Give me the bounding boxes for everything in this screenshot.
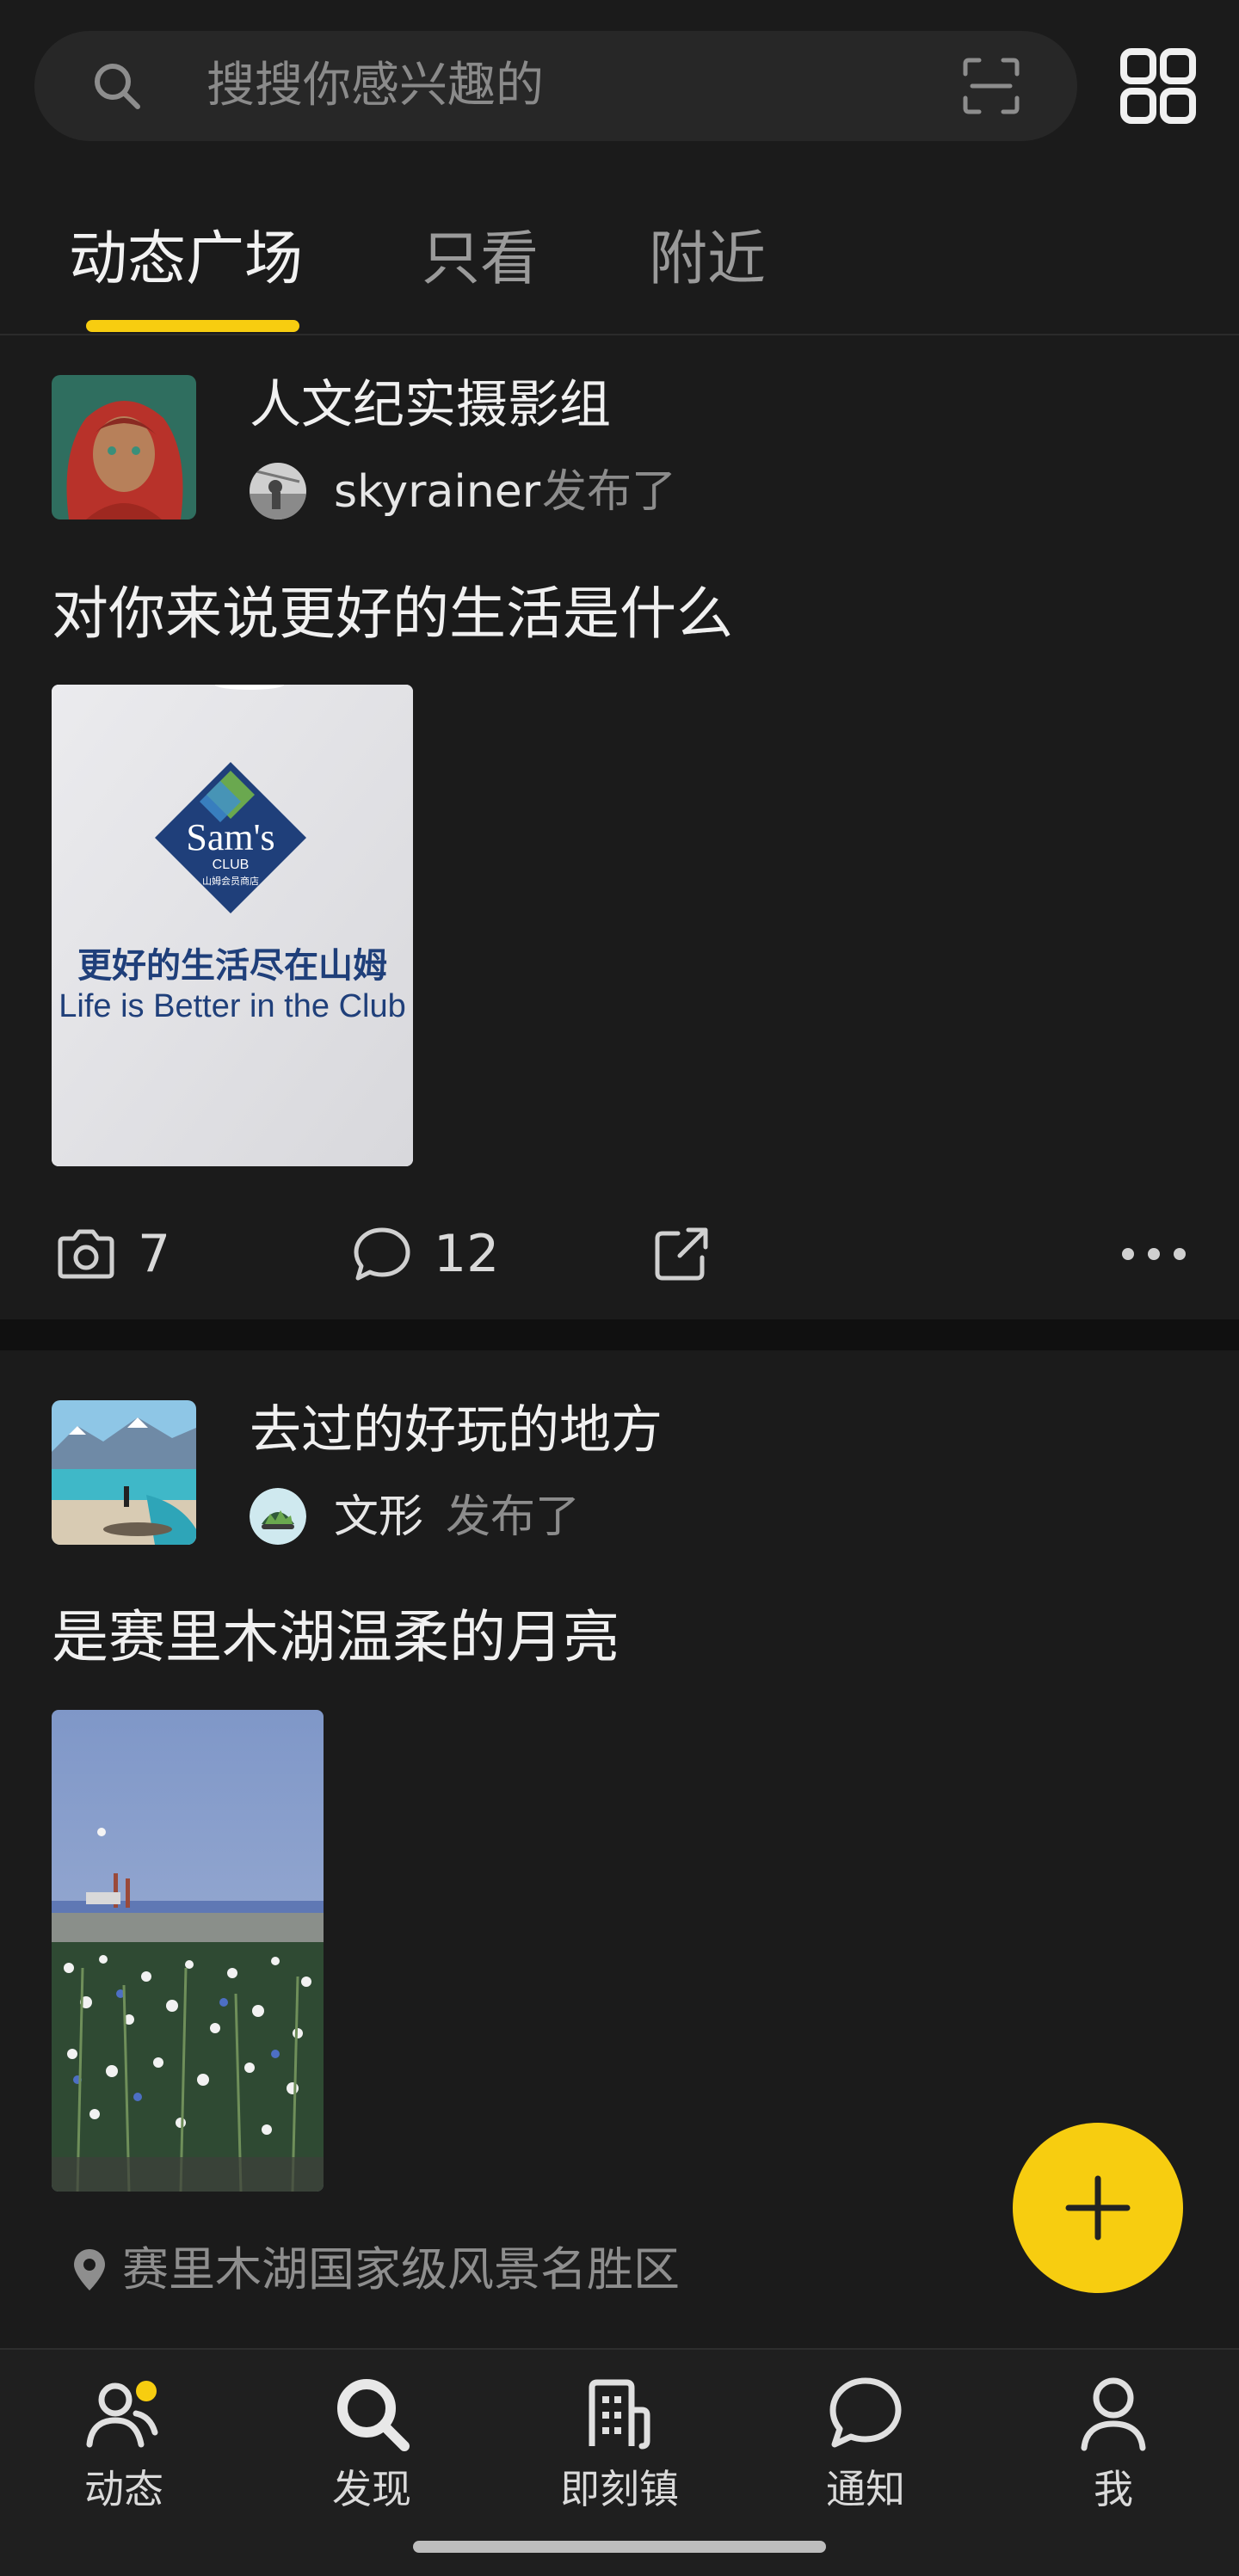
author-name[interactable]: skyrainer [334,464,540,520]
comments-count: 12 [434,1224,500,1284]
nav-me[interactable]: 我 [1027,2370,1199,2525]
search-icon [337,2379,410,2451]
author-name[interactable]: 文形 [334,1490,423,1545]
share-icon [655,1227,708,1281]
tab-following[interactable]: 只看 [422,224,539,296]
tab-nearby[interactable]: 附近 [649,224,766,296]
post-photo[interactable] [52,1710,324,2192]
search-row: 搜搜你感兴趣的 [0,0,1239,172]
active-tab-indicator [86,320,299,332]
search-input[interactable]: 搜搜你感兴趣的 [34,31,1077,141]
nav-town[interactable]: 即刻镇 [533,2370,706,2525]
feed-page: 搜搜你感兴趣的 动态广场 只看 附近 人文纪实摄影组 skyrainer 发布了… [0,0,1239,2576]
chat-icon [829,2377,902,2448]
feed-tabs: 动态广场 只看 附近 [0,198,1239,335]
post-text: 对你来说更好的生活是什么 [52,581,733,647]
nav-notifications[interactable]: 通知 [780,2370,952,2525]
notification-badge [136,2381,157,2401]
apps-grid-icon[interactable] [1117,45,1199,127]
nav-discover[interactable]: 发现 [286,2370,458,2525]
nav-label: 发现 [332,2466,411,2512]
post-text: 是赛里木湖温柔的月亮 [52,1604,620,1670]
sign-slogan-zh: 更好的生活尽在山姆 [77,946,387,986]
compose-button[interactable] [1013,2123,1183,2293]
nav-label: 即刻镇 [560,2466,679,2512]
person-icon [1081,2377,1146,2451]
camera-icon [58,1229,114,1279]
plus-icon [1065,2175,1131,2241]
nav-label: 我 [1094,2466,1133,2512]
sign-logo-zh: 山姆会员商店 [202,875,259,887]
post-action-label: 发布了 [446,1491,581,1543]
post-separator [0,1319,1239,1350]
photos-count-button[interactable]: 7 [55,1220,170,1288]
search-icon [95,64,140,109]
group-avatar[interactable] [52,375,196,520]
author-avatar[interactable] [250,463,306,520]
group-avatar[interactable] [52,1400,196,1545]
search-placeholder: 搜搜你感兴趣的 [206,58,544,114]
comment-icon [354,1227,410,1281]
post-group-name[interactable]: 去过的好玩的地方 [250,1399,663,1462]
share-button[interactable] [650,1220,712,1288]
sign-logo-sub: CLUB [213,858,250,872]
comment-button[interactable]: 12 [351,1220,499,1288]
nav-label: 动态 [84,2466,163,2512]
location-text: 赛里木湖国家级风景名胜区 [122,2242,680,2296]
nav-feed[interactable]: 动态 [38,2370,210,2525]
users-icon [86,2382,158,2448]
post-photo[interactable]: Sam's CLUB 山姆会员商店 更好的生活尽在山姆 Life is Bett… [52,685,413,1166]
post-location[interactable]: 赛里木湖国家级风景名胜区 [72,2241,680,2298]
post-group-name[interactable]: 人文纪实摄影组 [250,373,611,437]
tabs-divider [0,334,1239,335]
sign-slogan-en: Life is Better in the Club [59,988,405,1024]
sign-logo-text: Sam's [186,816,274,858]
post-action-label: 发布了 [542,466,677,518]
location-pin-icon [74,2249,105,2290]
tab-square[interactable]: 动态广场 [69,224,303,296]
scan-icon[interactable] [957,52,1026,120]
building-icon [589,2379,650,2450]
nav-label: 通知 [826,2466,905,2512]
home-indicator[interactable] [413,2541,826,2553]
more-icon[interactable] [1115,1237,1193,1271]
author-avatar[interactable] [250,1488,306,1545]
photos-count: 7 [138,1224,171,1284]
